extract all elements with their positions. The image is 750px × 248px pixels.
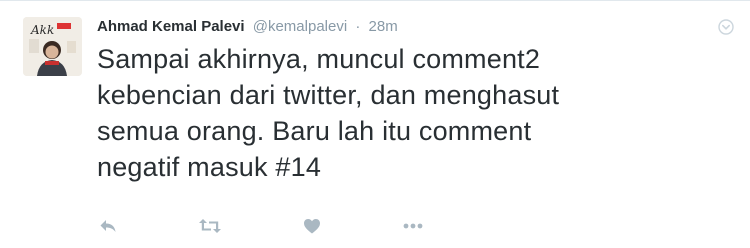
heart-icon <box>304 219 320 234</box>
author-handle[interactable]: @kemalpalevi <box>253 18 347 35</box>
tweet-card[interactable]: Akk Ahmad Kemal Palevi @kemalpalevi · 28… <box>0 0 750 248</box>
tweet-header: Ahmad Kemal Palevi @kemalpalevi · 28m <box>97 17 398 37</box>
tweet-timestamp[interactable]: 28m <box>369 18 398 35</box>
tweet-actions <box>0 211 750 241</box>
more-button[interactable] <box>398 211 428 241</box>
retweet-icon <box>199 219 221 233</box>
like-button[interactable] <box>297 211 327 241</box>
reply-icon <box>100 220 116 232</box>
author-name[interactable]: Ahmad Kemal Palevi <box>97 18 245 35</box>
tweet-text-line: kebencian dari twitter, dan menghasut <box>97 80 560 110</box>
tweet-text-line: semua orang. Baru lah itu comment <box>97 116 532 146</box>
avatar-image: Akk <box>23 17 82 76</box>
chevron-down-icon[interactable] <box>718 19 734 35</box>
tweet-text-line: Sampai akhirnya, muncul comment2 <box>97 44 541 74</box>
reply-button[interactable] <box>93 211 123 241</box>
avatar[interactable]: Akk <box>23 17 82 76</box>
retweet-button[interactable] <box>195 211 225 241</box>
tweet-text-line: negatif masuk #14 <box>97 152 322 182</box>
tweet-text: Sampai akhirnya, muncul comment2 kebenci… <box>97 41 717 185</box>
more-icon <box>403 223 423 229</box>
avatar-logo-text: Akk <box>30 23 54 37</box>
meta-separator: · <box>355 18 361 35</box>
